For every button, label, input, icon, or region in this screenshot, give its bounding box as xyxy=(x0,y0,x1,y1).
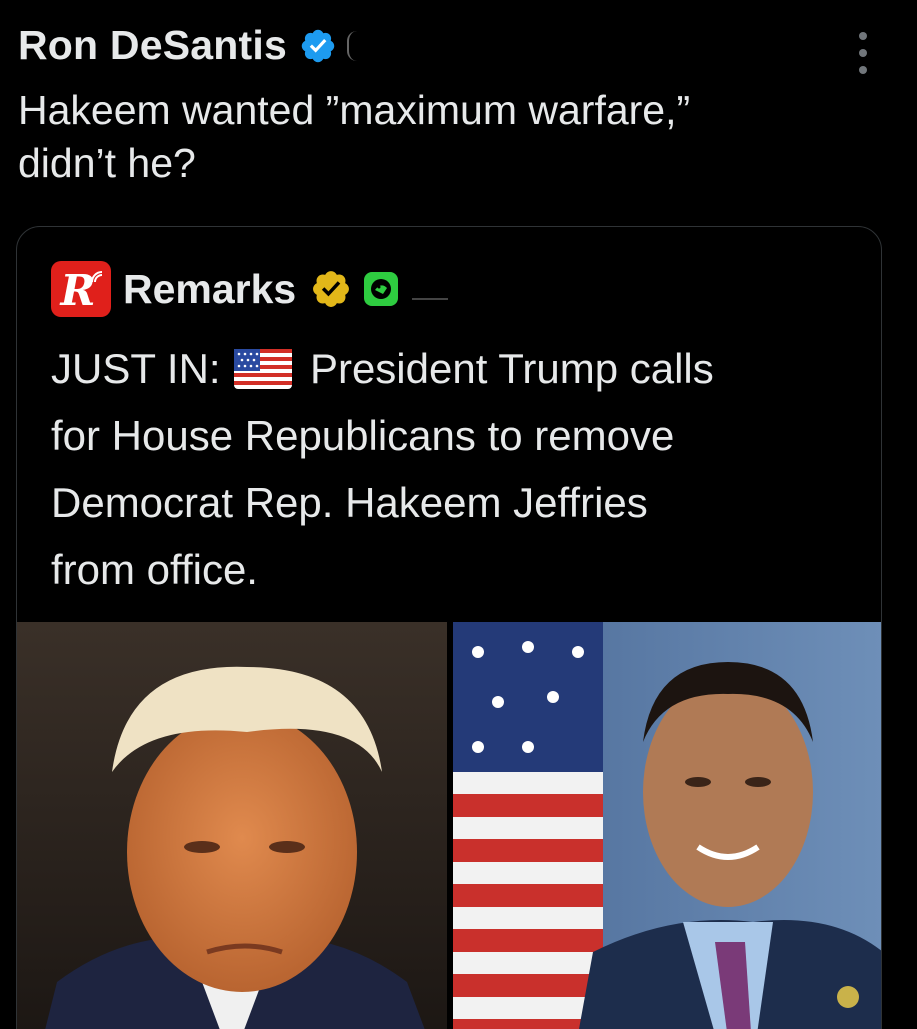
quoted-text-line: for House Republicans to remove xyxy=(51,412,675,459)
quoted-text-suffix: President Trump calls xyxy=(309,345,714,392)
left-photo[interactable] xyxy=(17,622,447,1029)
tweet-text-line: Hakeem wanted ”maximum warfare,” xyxy=(18,87,691,133)
tweet-text-line: didn’t he? xyxy=(18,140,196,186)
media-grid xyxy=(17,622,881,1029)
more-options-icon[interactable] xyxy=(859,32,871,74)
quoted-text-line: from office. xyxy=(51,546,258,593)
author-row: Ron DeSantis xyxy=(18,22,357,69)
right-photo[interactable] xyxy=(453,622,881,1029)
affiliate-badge-icon xyxy=(364,272,399,306)
quoted-text-prefix: JUST IN: xyxy=(51,345,221,392)
tweet: Ron DeSantis Hakeem wanted ”maximum warf… xyxy=(0,0,917,1029)
quoted-author-name[interactable]: Remarks xyxy=(123,266,296,313)
quoted-tweet-text: JUST IN: President Trump calls for House… xyxy=(51,335,851,603)
gold-verified-icon xyxy=(313,271,350,307)
quoted-text-line: Democrat Rep. Hakeem Jeffries xyxy=(51,479,648,526)
tweet-text: Hakeem wanted ”maximum warfare,” didn’t … xyxy=(18,84,898,190)
remarks-avatar[interactable]: R xyxy=(51,261,111,317)
signal-waves-icon xyxy=(91,271,103,283)
handle-fragment xyxy=(346,30,357,61)
author-name[interactable]: Ron DeSantis xyxy=(18,22,287,69)
quoted-tweet-header: R Remarks xyxy=(51,261,449,317)
quoted-text-line: JUST IN: President Trump calls xyxy=(51,335,851,402)
handle-fragment xyxy=(412,298,449,300)
quoted-tweet-card[interactable]: R Remarks JUST IN: President Trump calls… xyxy=(16,226,882,1029)
verified-badge-icon xyxy=(301,29,335,62)
us-flag-icon xyxy=(234,349,293,389)
